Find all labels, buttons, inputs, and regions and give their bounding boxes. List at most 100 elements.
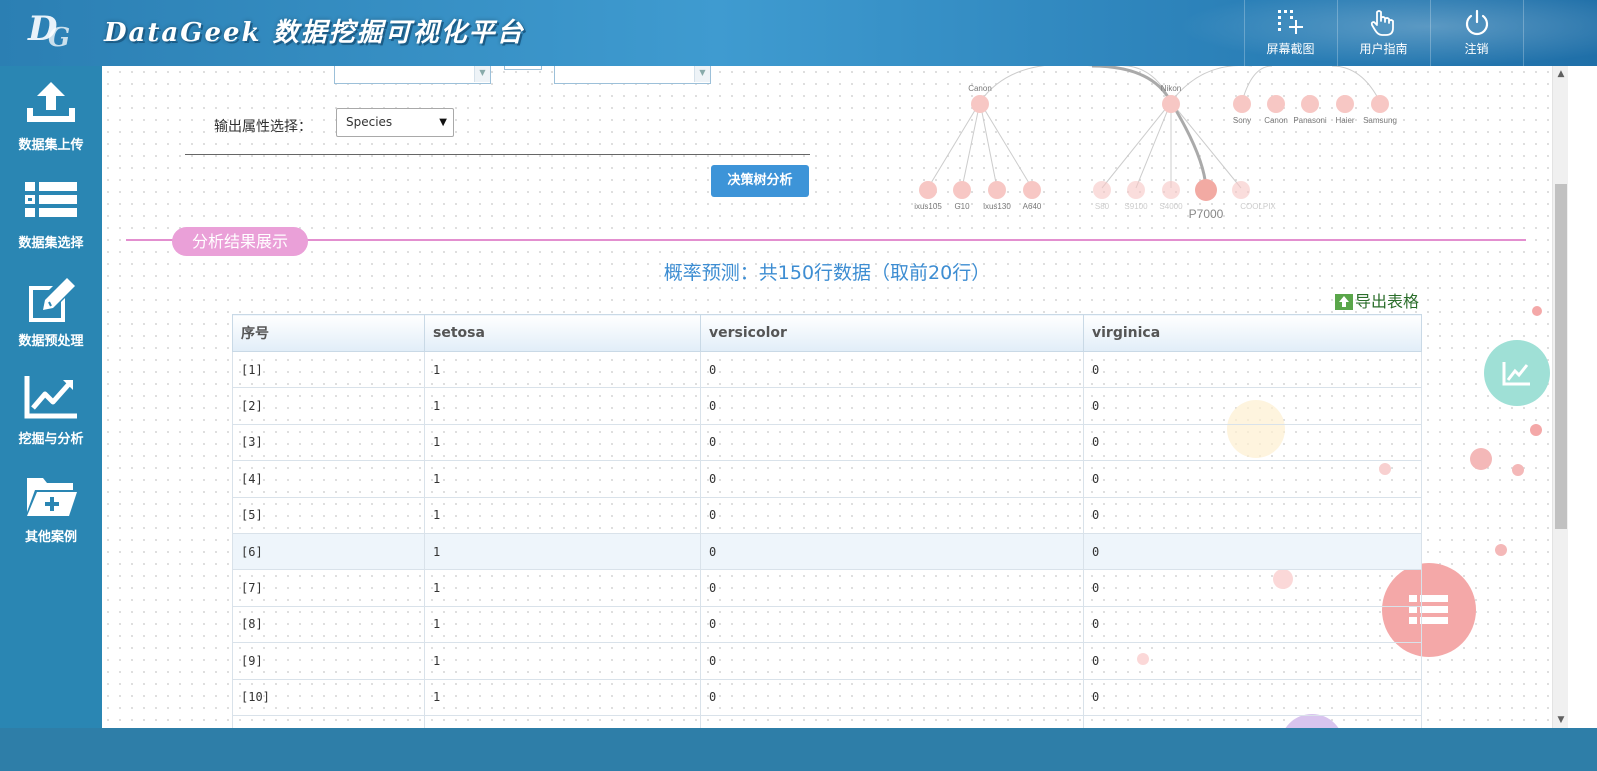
- tree-node-label: Sony: [1233, 116, 1251, 125]
- table-cell: 1: [424, 569, 701, 607]
- table-row[interactable]: [7] 1 0 0: [232, 569, 1422, 607]
- sidebar-item-other-cases[interactable]: 其他案例: [0, 458, 102, 556]
- table-row[interactable]: [9] 1 0 0: [232, 642, 1422, 680]
- tree-node-label: COOLPIX: [1240, 202, 1276, 211]
- table-cell: 1: [424, 387, 701, 425]
- tree-node-label: Nikon: [1161, 84, 1181, 93]
- screenshot-icon: [1278, 10, 1303, 34]
- chevron-down-icon: ▼: [474, 66, 490, 82]
- table-row[interactable]: [2] 1 0 0: [232, 387, 1422, 425]
- table-cell: 0: [1083, 532, 1422, 571]
- input-attr-select-partial[interactable]: ▼: [334, 66, 491, 84]
- sidebar-item-dataset-select[interactable]: 数据集选择: [0, 164, 102, 262]
- tree-node-label: Haier: [1335, 116, 1354, 125]
- table-cell: 0: [700, 350, 1084, 389]
- app-header: D G DataGeek 数据挖掘可视化平台 屏幕截图 用户指南 注销: [0, 0, 1597, 66]
- logout-label: 注销: [1464, 42, 1489, 56]
- screenshot-button[interactable]: 屏幕截图: [1244, 0, 1336, 66]
- table-cell: [3]: [232, 423, 425, 462]
- decision-tree-button[interactable]: 决策树分析: [711, 165, 809, 197]
- logo-letter-g: G: [48, 23, 71, 53]
- table-cell: 0: [700, 569, 1084, 607]
- sidebar-item-upload[interactable]: 数据集上传: [0, 66, 102, 164]
- table-row[interactable]: [3] 1 0 0: [232, 423, 1422, 462]
- table-cell: 0: [1083, 569, 1422, 607]
- table-cell: 0: [700, 642, 1084, 680]
- section-tag: 分析结果展示: [172, 227, 308, 256]
- sidebar: 数据集上传 数据集选择 数据预处理 挖掘与分析 其他案例: [0, 66, 102, 728]
- output-attr-select[interactable]: Species ▼: [336, 108, 454, 137]
- table-cell: 0: [700, 714, 1084, 728]
- app-title: DataGeek 数据挖掘可视化平台: [104, 18, 525, 48]
- table-cell: 0: [700, 678, 1084, 716]
- tree-node-label: S4000: [1159, 202, 1183, 211]
- table-row[interactable]: [10] 1 0 0: [232, 678, 1422, 716]
- table-cell: 1: [424, 605, 701, 644]
- table-header-row: 序号 setosa versicolor virginica: [232, 314, 1422, 352]
- hand-pointer-icon: [1370, 10, 1394, 36]
- table-row[interactable]: [11]100: [232, 714, 1422, 728]
- table-cell: 1: [424, 460, 701, 498]
- edit-icon: [29, 278, 75, 322]
- table-row[interactable]: [8] 1 0 0: [232, 605, 1422, 644]
- column-header[interactable]: virginica: [1083, 314, 1422, 352]
- tree-node-label: A640: [1023, 202, 1042, 211]
- sidebar-item-label: 数据集上传: [18, 138, 84, 153]
- tree-node-label: G10: [954, 202, 970, 211]
- section-divider: [126, 239, 1526, 241]
- table-cell: 0: [1083, 387, 1422, 425]
- decision-tree-illustration: Canon Nikon Sony Canon Panasoni Haier Sa…: [914, 66, 1397, 221]
- folder-plus-icon: [27, 478, 77, 516]
- sidebar-item-label: 数据集选择: [18, 236, 84, 251]
- table-cell: 0: [700, 532, 1084, 571]
- column-header[interactable]: 序号: [232, 314, 425, 352]
- column-header[interactable]: setosa: [424, 314, 701, 352]
- user-guide-button[interactable]: 用户指南: [1337, 0, 1429, 66]
- tree-node-label: S80: [1095, 202, 1110, 211]
- page-scrollbar[interactable]: ▲ ▼: [1552, 66, 1568, 728]
- table-row[interactable]: [5] 1 0 0: [232, 496, 1422, 534]
- table-cell: 1: [424, 496, 701, 534]
- export-label: 导出表格: [1355, 292, 1420, 311]
- decorative-dot: [1470, 448, 1492, 470]
- tree-node-label: ixus105: [914, 202, 942, 211]
- table-cell: [10]: [232, 678, 425, 716]
- table-row[interactable]: [6] 1 0 0: [232, 532, 1422, 571]
- result-title: 概率预测：共150行数据（取前20行）: [663, 262, 991, 284]
- table-cell: 1: [424, 678, 701, 716]
- chevron-down-icon: ▼: [694, 66, 710, 82]
- table-cell: 0: [700, 423, 1084, 462]
- main-content: ▼ ▼ 输出属性选择： Species ▼ 决策树分析 Canon Nikon …: [102, 66, 1552, 728]
- app-logo: D G: [28, 9, 80, 53]
- table-cell: 0: [1083, 678, 1422, 716]
- table-cell: 0: [700, 605, 1084, 644]
- column-header[interactable]: versicolor: [700, 314, 1084, 352]
- output-attr-label: 输出属性选择：: [214, 119, 312, 135]
- sidebar-item-mining[interactable]: 挖掘与分析: [0, 360, 102, 458]
- upload-icon: [27, 82, 75, 122]
- decorative-dot: [1495, 544, 1507, 556]
- tree-node-label: P7000: [1189, 207, 1224, 221]
- tree-node-label: Panasoni: [1293, 116, 1327, 125]
- sidebar-item-label: 数据预处理: [18, 334, 84, 349]
- table-cell: 1: [424, 714, 701, 728]
- logout-button[interactable]: 注销: [1430, 0, 1522, 66]
- decorative-dot: [1512, 464, 1524, 476]
- table-cell: [2]: [232, 387, 425, 425]
- export-table-button[interactable]: 导出表格: [1335, 292, 1419, 312]
- partial-button[interactable]: [504, 66, 542, 70]
- table-row[interactable]: [4] 1 0 0: [232, 460, 1422, 498]
- table-cell: 1: [424, 350, 701, 389]
- scroll-up-icon[interactable]: ▲: [1556, 69, 1566, 79]
- scrollbar-thumb[interactable]: [1555, 184, 1567, 529]
- table-cell: 1: [424, 532, 701, 571]
- table-row[interactable]: [1] 1 0 0: [232, 350, 1422, 389]
- tree-node-label: Canon: [1264, 116, 1288, 125]
- second-select-partial[interactable]: ▼: [554, 66, 711, 84]
- scroll-down-icon[interactable]: ▼: [1556, 715, 1566, 725]
- export-icon: [1335, 294, 1353, 315]
- sidebar-item-preprocess[interactable]: 数据预处理: [0, 262, 102, 360]
- table-cell: 0: [1083, 423, 1422, 462]
- table-cell: 0: [700, 496, 1084, 534]
- app-footer: [0, 728, 1597, 771]
